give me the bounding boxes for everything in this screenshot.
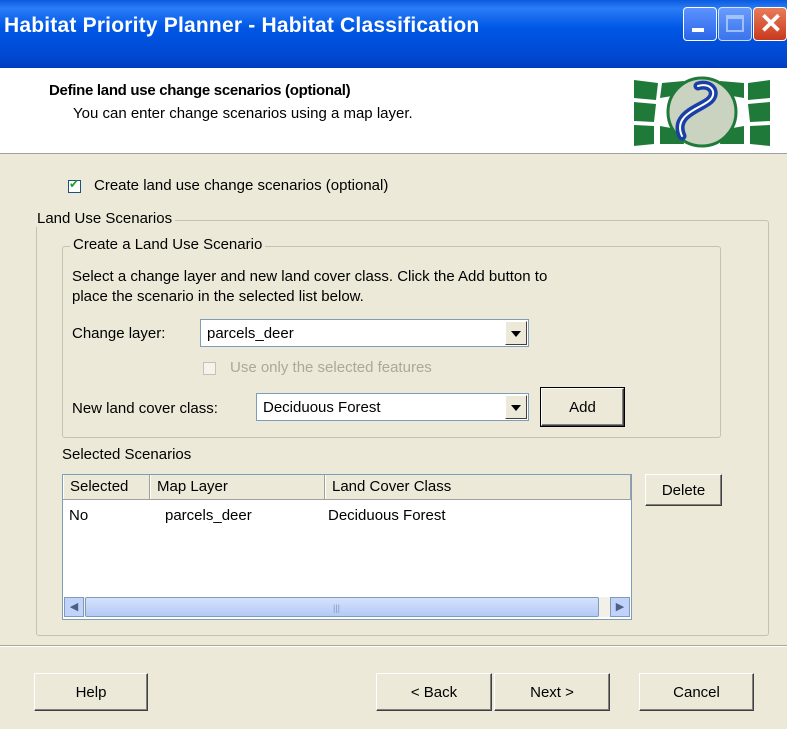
land-cover-dropdown[interactable]: Deciduous Forest bbox=[256, 393, 529, 421]
change-layer-dropdown[interactable]: parcels_deer bbox=[200, 319, 529, 347]
help-button[interactable]: Help bbox=[34, 673, 148, 711]
chevron-down-icon[interactable] bbox=[505, 395, 527, 419]
column-header-selected[interactable]: Selected bbox=[63, 475, 150, 499]
instructions-line-2: place the scenario in the selected list … bbox=[72, 288, 364, 305]
table-cell-land-cover-class: Deciduous Forest bbox=[328, 507, 446, 524]
land-use-scenarios-title: Land Use Scenarios bbox=[34, 210, 176, 227]
land-cover-label: New land cover class: bbox=[72, 400, 218, 417]
arrow-right-icon: ▶ bbox=[615, 601, 625, 613]
create-scenarios-checkbox[interactable] bbox=[68, 177, 81, 193]
add-button[interactable]: Add bbox=[540, 387, 625, 427]
scroll-thumb[interactable]: ||| bbox=[85, 597, 599, 617]
scenarios-table[interactable]: Selected Map Layer Land Cover Class No p… bbox=[62, 474, 632, 620]
maximize-button[interactable] bbox=[718, 7, 752, 41]
selected-features-label: Use only the selected features bbox=[230, 359, 432, 376]
minimize-icon bbox=[692, 28, 704, 32]
cancel-button[interactable]: Cancel bbox=[639, 673, 754, 711]
title-bar[interactable]: Habitat Priority Planner - Habitat Class… bbox=[0, 0, 787, 68]
column-header-map-layer[interactable]: Map Layer bbox=[150, 475, 325, 499]
column-header-land-cover-class[interactable]: Land Cover Class bbox=[325, 475, 631, 499]
instructions-line-1: Select a change layer and new land cover… bbox=[72, 268, 548, 285]
minimize-button[interactable] bbox=[683, 7, 717, 41]
grip-icon: ||| bbox=[333, 603, 341, 613]
close-icon: ✕ bbox=[759, 8, 783, 39]
table-cell-selected: No bbox=[69, 507, 89, 524]
scroll-right-button[interactable]: ▶ bbox=[610, 597, 630, 617]
wizard-header: Define land use change scenarios (option… bbox=[0, 68, 787, 154]
window-title: Habitat Priority Planner - Habitat Class… bbox=[4, 14, 480, 37]
create-scenario-title: Create a Land Use Scenario bbox=[70, 236, 266, 253]
arrow-left-icon: ◀ bbox=[69, 601, 79, 613]
scroll-left-button[interactable]: ◀ bbox=[64, 597, 84, 617]
page-subtitle: You can enter change scenarios using a m… bbox=[73, 105, 413, 122]
chevron-down-icon[interactable] bbox=[505, 321, 527, 345]
back-button[interactable]: < Back bbox=[376, 673, 492, 711]
next-button[interactable]: Next > bbox=[494, 673, 610, 711]
change-layer-value: parcels_deer bbox=[207, 325, 294, 342]
table-header: Selected Map Layer Land Cover Class bbox=[63, 475, 631, 500]
land-cover-value: Deciduous Forest bbox=[263, 399, 381, 416]
horizontal-scrollbar[interactable]: ◀ ||| ▶ bbox=[64, 597, 630, 617]
table-cell-map-layer: parcels_deer bbox=[165, 507, 252, 524]
change-layer-label: Change layer: bbox=[72, 325, 166, 342]
selected-features-checkbox[interactable] bbox=[203, 362, 216, 375]
maximize-icon bbox=[726, 15, 744, 32]
page-title: Define land use change scenarios (option… bbox=[49, 82, 351, 99]
footer-separator bbox=[0, 645, 787, 647]
create-scenarios-label: Create land use change scenarios (option… bbox=[94, 177, 389, 194]
habitat-logo-icon bbox=[634, 76, 770, 148]
selected-scenarios-label: Selected Scenarios bbox=[62, 446, 192, 463]
close-button[interactable]: ✕ bbox=[753, 7, 787, 41]
delete-button[interactable]: Delete bbox=[645, 474, 722, 506]
